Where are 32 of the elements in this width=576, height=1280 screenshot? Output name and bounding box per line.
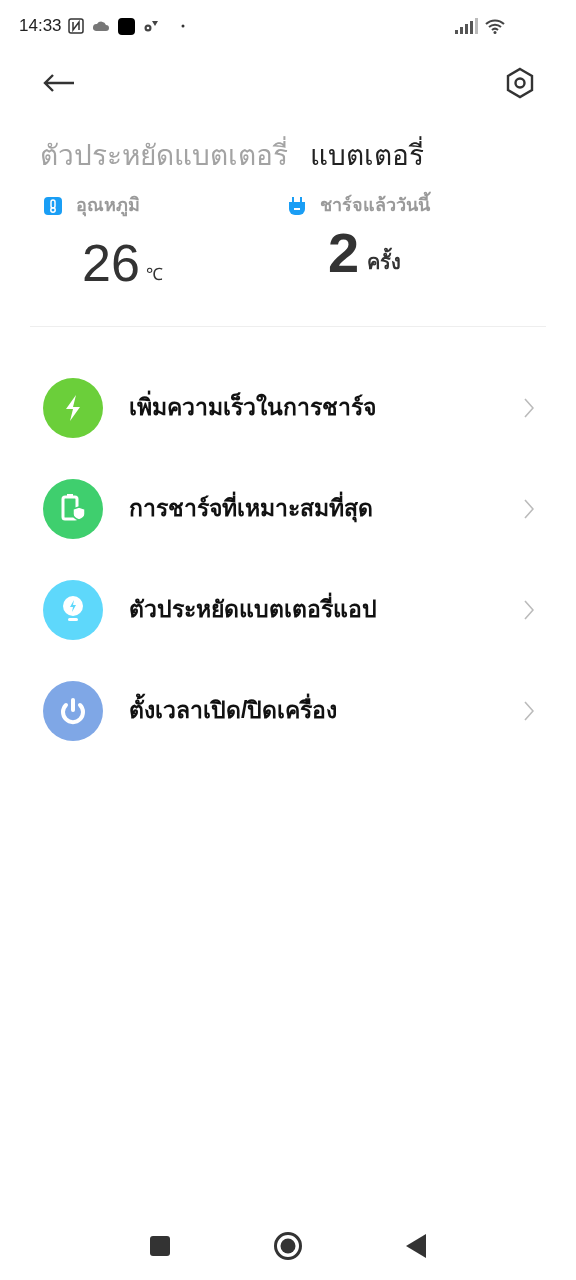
back-nav-button[interactable] xyxy=(405,1233,427,1259)
menu-item[interactable]: การชาร์จที่เหมาะสมที่สุด xyxy=(0,458,576,559)
menu-item[interactable]: ตัวประหยัดแบตเตอรี่แอป xyxy=(0,559,576,660)
settings-button[interactable] xyxy=(504,67,536,99)
recents-button[interactable] xyxy=(149,1235,171,1257)
chevron-icon xyxy=(524,700,534,721)
stat-label: อุณหภูมิ xyxy=(76,194,140,219)
nfc-icon xyxy=(67,18,84,34)
plug-icon xyxy=(288,195,306,216)
menu-item[interactable]: ตั้งเวลาเปิด/ปิดเครื่อง xyxy=(0,660,576,761)
stat-value: 26 xyxy=(82,233,140,293)
home-button[interactable] xyxy=(273,1231,303,1261)
chevron-icon xyxy=(524,397,534,418)
status-time: 14:33 xyxy=(19,15,62,38)
stat-label: ชาร์จแล้ววันนี้ xyxy=(320,192,430,219)
tab[interactable]: แบตเตอรี่ xyxy=(310,134,424,178)
menu-label: ตัวประหยัดแบตเตอรี่แอป xyxy=(129,592,524,627)
menu-label: การชาร์จที่เหมาะสมที่สุด xyxy=(129,491,524,526)
menu-label: เพิ่มความเร็วในการชาร์จ xyxy=(129,390,524,425)
chevron-icon xyxy=(524,599,534,620)
wifi-icon xyxy=(485,18,505,34)
stat-unit: ℃ xyxy=(145,263,163,286)
stat-unit: ครั้ง xyxy=(367,247,402,277)
app-icon xyxy=(117,17,135,35)
thermometer-icon xyxy=(44,196,62,215)
chevron-icon xyxy=(524,498,534,519)
menu-label: ตั้งเวลาเปิด/ปิดเครื่อง xyxy=(129,693,524,728)
signal-icon xyxy=(455,18,479,34)
stat-value: 2 xyxy=(328,221,360,285)
menu-item[interactable]: เพิ่มความเร็วในการชาร์จ xyxy=(0,357,576,458)
dot-icon xyxy=(180,24,185,28)
cloud-icon xyxy=(91,20,110,32)
